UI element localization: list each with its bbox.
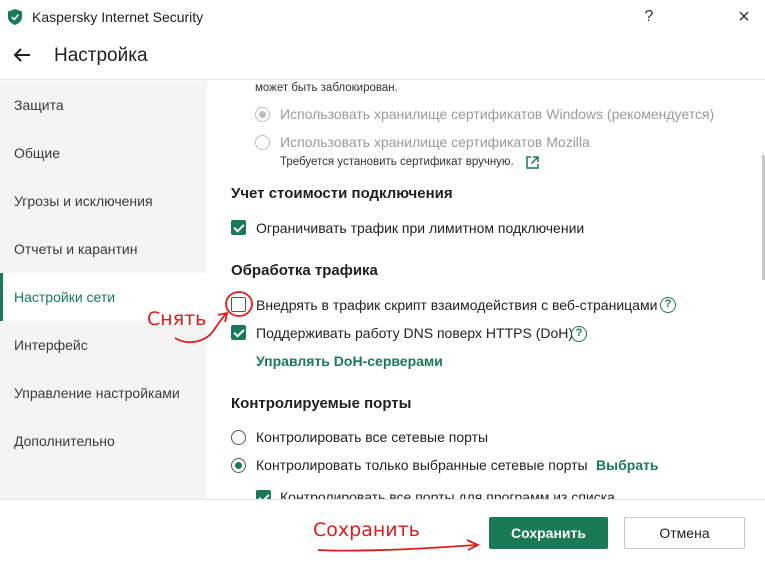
inject-script-help-icon[interactable]: ? xyxy=(660,297,676,313)
back-arrow-icon[interactable] xyxy=(10,43,34,67)
cert-mozilla-radio[interactable] xyxy=(255,135,270,150)
blocked-note: может быть заблокирован. xyxy=(255,82,398,94)
metered-section-title: Учет стоимости подключения xyxy=(231,185,453,202)
dns-https-checkbox[interactable] xyxy=(231,325,246,340)
sidebar-item-manage-settings[interactable]: Управление настройками xyxy=(0,369,207,417)
cancel-button[interactable]: Отмена xyxy=(624,517,745,549)
sidebar-item-reports[interactable]: Отчеты и карантин xyxy=(0,225,207,273)
page-header: Настройка xyxy=(0,34,765,80)
kaspersky-shield-icon xyxy=(8,9,22,25)
sidebar-item-protection[interactable]: Защита xyxy=(0,81,207,129)
close-button[interactable]: × xyxy=(732,6,756,28)
save-button[interactable]: Сохранить xyxy=(489,517,608,549)
all-ports-programs-label: Контролировать все порты для программ из… xyxy=(280,489,615,499)
sidebar-item-threats[interactable]: Угрозы и исключения xyxy=(0,177,207,225)
dns-https-help-icon[interactable]: ? xyxy=(571,326,587,342)
all-ports-programs-checkbox[interactable] xyxy=(256,490,271,499)
settings-sidebar: Защита Общие Угрозы и исключения Отчеты … xyxy=(0,81,207,499)
annotation-save-label: Сохранить xyxy=(313,519,420,541)
all-ports-radio[interactable] xyxy=(231,430,246,445)
inject-script-checkbox[interactable] xyxy=(231,297,246,312)
selected-ports-radio[interactable] xyxy=(231,458,246,473)
dns-https-label: Поддерживать работу DNS поверх HTTPS (Do… xyxy=(256,325,574,341)
ports-section-title: Контролируемые порты xyxy=(231,395,412,412)
annotation-uncheck-label: Снять xyxy=(147,308,207,330)
title-bar: Kaspersky Internet Security ? × xyxy=(0,0,765,34)
all-ports-label: Контролировать все сетевые порты xyxy=(256,429,489,445)
cert-mozilla-label: Использовать хранилище сертификатов Mozi… xyxy=(280,134,590,150)
limit-traffic-checkbox[interactable] xyxy=(231,220,246,235)
choose-ports-link[interactable]: Выбрать xyxy=(596,457,659,473)
inject-script-label: Внедрять в трафик скрипт взаимодействия … xyxy=(256,297,658,313)
cert-manual-note: Требуется установить сертификат вручную. xyxy=(280,156,514,168)
window-title: Kaspersky Internet Security xyxy=(32,9,204,25)
manage-doh-link[interactable]: Управлять DoH-серверами xyxy=(256,353,443,369)
cert-windows-radio[interactable] xyxy=(255,107,270,122)
help-button[interactable]: ? xyxy=(637,6,661,28)
sidebar-item-general[interactable]: Общие xyxy=(0,129,207,177)
page-title: Настройка xyxy=(54,45,148,66)
external-link-icon[interactable] xyxy=(526,156,539,169)
sidebar-item-advanced[interactable]: Дополнительно xyxy=(0,417,207,465)
settings-content: может быть заблокирован. Использовать хр… xyxy=(207,81,765,499)
selected-ports-label: Контролировать только выбранные сетевые … xyxy=(256,457,588,473)
traffic-section-title: Обработка трафика xyxy=(231,262,378,279)
limit-traffic-label: Ограничивать трафик при лимитном подключ… xyxy=(256,220,585,236)
cert-windows-label: Использовать хранилище сертификатов Wind… xyxy=(280,106,715,122)
